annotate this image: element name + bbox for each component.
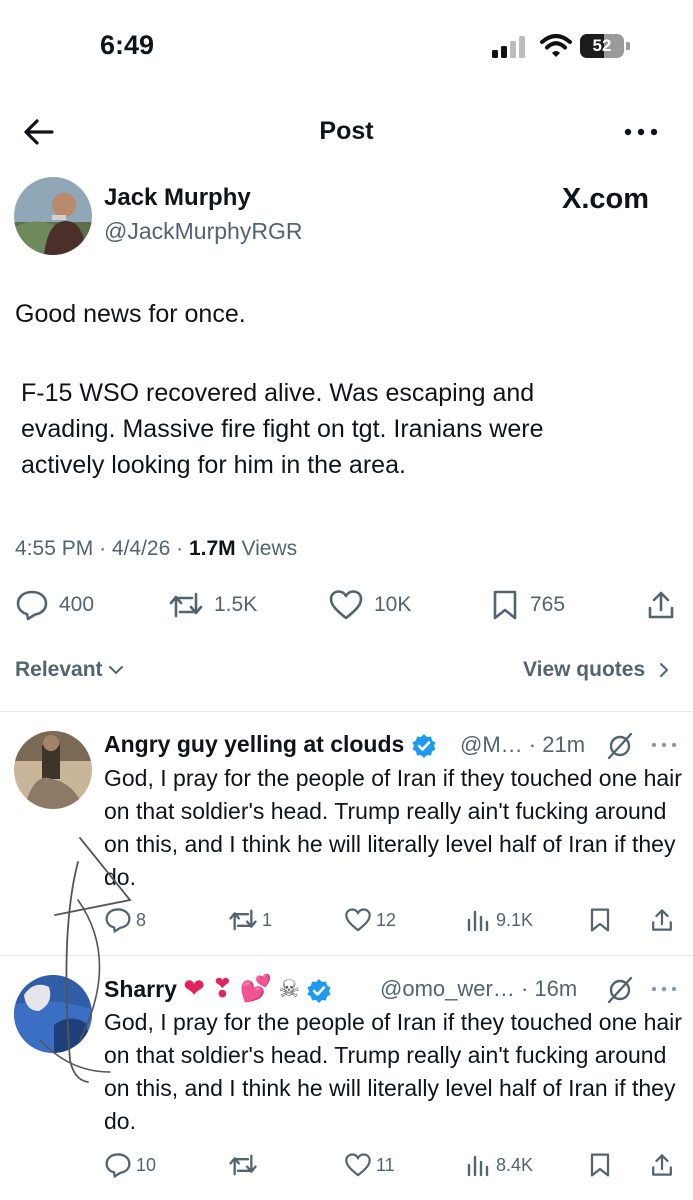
share-icon[interactable] bbox=[650, 907, 674, 933]
post-actions: 400 1.5K 10K 765 bbox=[0, 585, 693, 625]
bookmark-icon bbox=[493, 590, 517, 620]
reply-time: · 16m bbox=[520, 976, 578, 1001]
reply-views-button[interactable]: 8.4K bbox=[466, 1148, 533, 1182]
view-quotes-link[interactable]: View quotes bbox=[523, 658, 671, 682]
reply-actions: 10 11 8.4K bbox=[0, 1148, 693, 1182]
bookmark-icon[interactable] bbox=[588, 1152, 612, 1178]
grok-icon[interactable] bbox=[605, 976, 635, 1004]
reply-repost-button[interactable] bbox=[228, 1148, 262, 1182]
reply-handle-time: @M… · 21m bbox=[460, 732, 585, 758]
repost-count: 1.5K bbox=[214, 593, 258, 616]
repost-icon bbox=[229, 1154, 257, 1176]
reply-reply-button[interactable]: 10 bbox=[104, 1148, 156, 1182]
battery-level: 52 bbox=[592, 36, 612, 55]
post-date: 4/4/26 bbox=[111, 537, 171, 560]
post-meta: 4:55 PM · 4/4/26 · 1.7M Views bbox=[15, 537, 298, 560]
reply-button[interactable]: 400 bbox=[15, 585, 94, 625]
reply-count: 400 bbox=[59, 593, 95, 616]
status-bar: 6:49 52 bbox=[0, 0, 693, 95]
bookmark-count: 765 bbox=[530, 593, 566, 616]
reply-actions: 8 1 12 9.1K bbox=[0, 903, 693, 937]
chevron-down-icon bbox=[109, 666, 124, 675]
post-text-body: F-15 WSO recovered alive. Was escaping a… bbox=[21, 379, 544, 479]
reply-text: God, I pray for the people of Iran if th… bbox=[104, 765, 682, 890]
status-time: 6:49 bbox=[100, 30, 155, 60]
views-chart-icon bbox=[467, 1155, 489, 1177]
reply-repost-button[interactable]: 1 bbox=[228, 903, 272, 937]
reply-time: · 21m bbox=[528, 732, 586, 757]
reply-handle-time: @omo_wer… · 16m bbox=[380, 976, 577, 1002]
bookmark-button[interactable]: 765 bbox=[490, 585, 565, 625]
heart-icon bbox=[345, 908, 371, 932]
reply-more-icon[interactable] bbox=[650, 738, 678, 752]
reply-author-name[interactable]: Sharry ❤ ❣ 💕 ☠ bbox=[104, 973, 332, 1004]
reply-like-count: 11 bbox=[376, 1154, 395, 1175]
author-avatar[interactable] bbox=[14, 177, 92, 255]
sort-label: Relevant bbox=[15, 658, 103, 681]
verified-badge-icon bbox=[412, 733, 436, 758]
divider bbox=[0, 711, 693, 712]
reply-avatar[interactable] bbox=[14, 975, 92, 1053]
share-icon[interactable] bbox=[650, 1152, 674, 1178]
share-button[interactable] bbox=[646, 585, 676, 625]
exclamation-heart-icon: ❣ bbox=[211, 973, 234, 1003]
author-handle[interactable]: @JackMurphyRGR bbox=[104, 218, 302, 245]
divider bbox=[0, 955, 693, 956]
like-button[interactable]: 10K bbox=[328, 585, 411, 625]
red-heart-icon: ❤ bbox=[183, 973, 206, 1003]
views-chart-icon bbox=[467, 910, 489, 932]
ghost-icon: ☠ bbox=[278, 976, 300, 1003]
nav-bar: Post bbox=[0, 105, 693, 160]
like-count: 10K bbox=[374, 593, 412, 616]
reply-views-count: 8.4K bbox=[496, 1154, 534, 1175]
page-title: Post bbox=[319, 117, 374, 145]
wifi-icon bbox=[540, 34, 572, 57]
reply-views-button[interactable]: 9.1K bbox=[466, 903, 533, 937]
post-text-line1: Good news for once. bbox=[15, 300, 246, 328]
post-time: 4:55 PM bbox=[15, 537, 94, 560]
chevron-right-icon bbox=[660, 663, 669, 678]
heart-icon bbox=[345, 1153, 371, 1177]
two-hearts-icon: 💕 bbox=[239, 973, 273, 1003]
reply-like-count: 12 bbox=[376, 909, 397, 930]
cellular-signal-icon bbox=[492, 36, 525, 58]
reply-repost-count: 1 bbox=[262, 909, 273, 930]
reply-handle[interactable]: @omo_wer… bbox=[380, 976, 515, 1001]
reply-more-icon[interactable] bbox=[650, 982, 678, 996]
reply-icon bbox=[105, 1153, 131, 1178]
reply-filter-row: Relevant View quotes bbox=[0, 655, 693, 691]
reply-text: God, I pray for the people of Iran if th… bbox=[104, 1009, 682, 1134]
reply-reply-button[interactable]: 8 bbox=[104, 903, 146, 937]
repost-icon bbox=[169, 592, 203, 618]
bookmark-icon[interactable] bbox=[588, 907, 612, 933]
views-count[interactable]: 1.7M bbox=[189, 537, 236, 560]
reply-handle[interactable]: @M… bbox=[460, 732, 523, 757]
verified-badge-icon bbox=[307, 978, 331, 1003]
reply-reply-count: 8 bbox=[136, 909, 147, 930]
reply-views-count: 9.1K bbox=[496, 909, 534, 930]
more-options-icon[interactable] bbox=[622, 119, 660, 145]
repost-button[interactable]: 1.5K bbox=[168, 585, 257, 625]
battery-icon: 52 bbox=[580, 34, 630, 58]
reply-avatar[interactable] bbox=[14, 731, 92, 809]
view-quotes-label: View quotes bbox=[523, 658, 646, 681]
reply-like-button[interactable]: 11 bbox=[344, 1148, 395, 1182]
reply-like-button[interactable]: 12 bbox=[344, 903, 396, 937]
reply-author-name[interactable]: Angry guy yelling at clouds bbox=[104, 731, 437, 759]
sort-dropdown[interactable]: Relevant bbox=[15, 658, 124, 682]
grok-icon[interactable] bbox=[605, 732, 635, 760]
reply-icon bbox=[16, 590, 48, 621]
reply-icon bbox=[105, 908, 131, 933]
heart-icon bbox=[329, 590, 363, 620]
author-name[interactable]: Jack Murphy bbox=[104, 184, 251, 212]
x-watermark: X.com bbox=[562, 183, 650, 215]
reply-reply-count: 10 bbox=[136, 1154, 157, 1175]
views-label: Views bbox=[241, 537, 298, 560]
share-icon bbox=[648, 591, 674, 619]
repost-icon bbox=[229, 909, 257, 931]
